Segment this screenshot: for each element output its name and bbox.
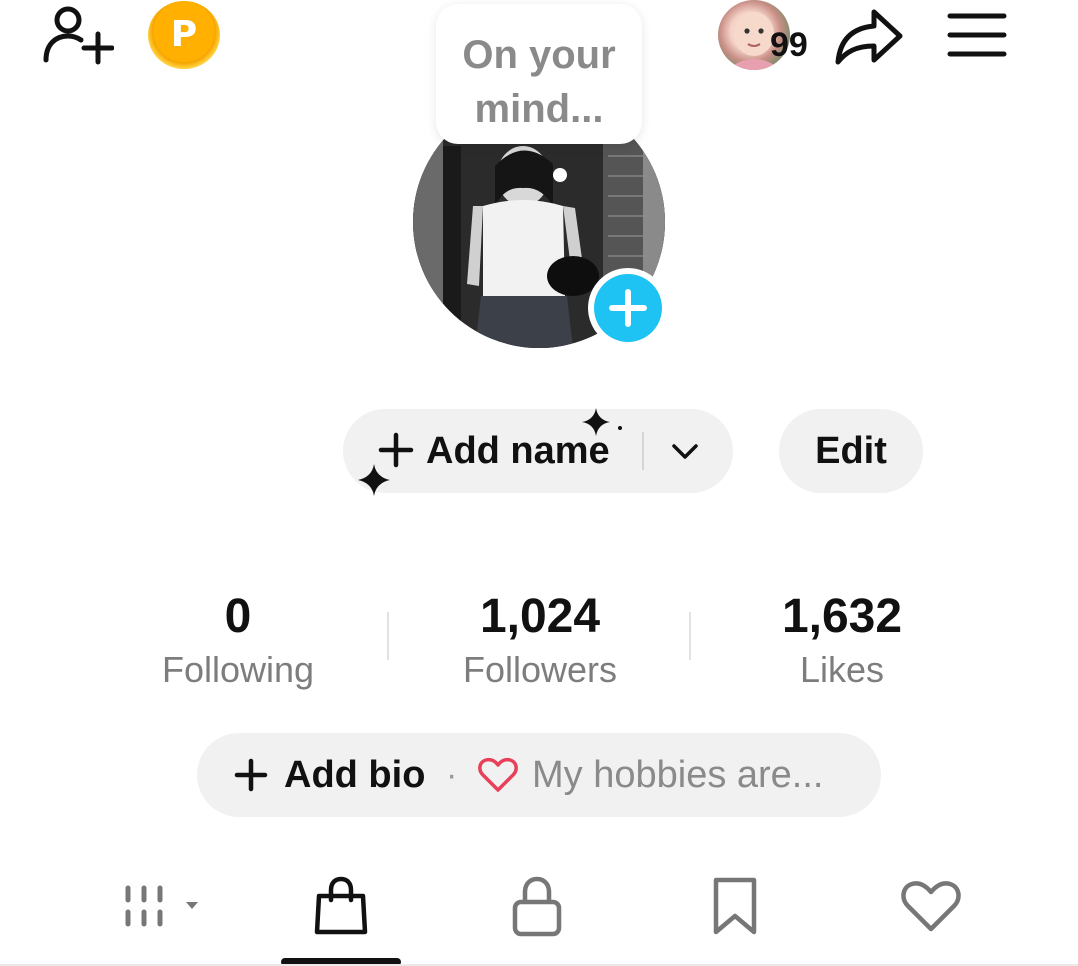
tab-videos[interactable] (100, 866, 210, 946)
grid-filter-icon (125, 885, 198, 927)
stat-divider (689, 612, 691, 660)
stat-label: Following (161, 649, 315, 690)
stat-label: Likes (799, 649, 885, 690)
sparkle-icon (582, 408, 622, 436)
tab-shop[interactable] (286, 866, 396, 946)
coin-icon[interactable]: P (148, 1, 220, 69)
thought-line-2: mind... (474, 87, 604, 131)
menu-icon[interactable] (946, 12, 1008, 58)
share-icon[interactable] (834, 6, 906, 66)
thought-line-1: On your (462, 33, 616, 77)
add-bio-label: Add bio (284, 754, 426, 796)
stat-value: 1,632 (781, 590, 903, 643)
lock-icon (512, 876, 562, 937)
heart-icon (478, 756, 518, 794)
stat-label: Followers (462, 649, 618, 690)
tab-private[interactable] (482, 866, 592, 946)
edit-profile-button[interactable]: Edit (779, 409, 923, 493)
stat-likes[interactable]: 1,632 Likes (712, 590, 972, 692)
coin-letter: P (170, 14, 198, 55)
stat-following[interactable]: 0 Following (108, 590, 368, 692)
sparkle-icon (358, 464, 390, 496)
shopping-bag-icon (314, 876, 368, 935)
divider (642, 432, 644, 470)
add-friend-icon[interactable] (40, 4, 115, 66)
bio-separator: · (446, 756, 458, 794)
tab-liked[interactable] (876, 866, 986, 946)
friend-count-badge: 99 (770, 26, 808, 64)
stat-followers[interactable]: 1,024 Followers (410, 590, 670, 692)
bookmark-icon (713, 877, 757, 935)
stat-divider (387, 612, 389, 660)
plus-icon (234, 758, 268, 792)
plus-icon (594, 274, 662, 342)
tab-saved[interactable] (680, 866, 790, 946)
edit-label: Edit (815, 429, 887, 472)
bio-hint: My hobbies are... (532, 754, 824, 796)
stat-value: 0 (224, 590, 252, 643)
heart-icon (901, 881, 961, 932)
chevron-down-icon[interactable] (670, 438, 700, 464)
stat-value: 1,024 (479, 590, 601, 643)
thought-bubble-tail (553, 168, 567, 182)
add-story-button[interactable] (588, 268, 668, 348)
thought-bubble[interactable]: On your mind... (436, 4, 642, 144)
